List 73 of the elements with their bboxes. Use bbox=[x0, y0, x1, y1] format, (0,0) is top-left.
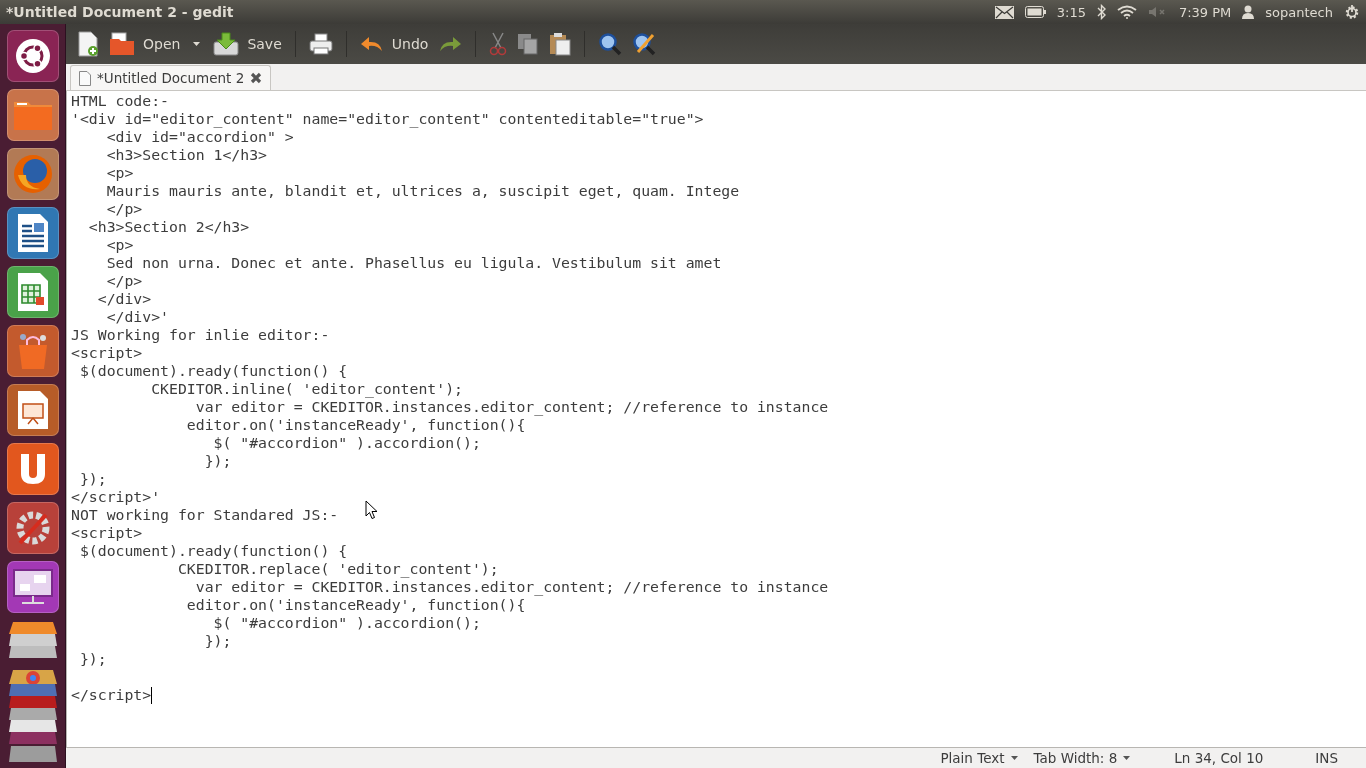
code-line: CKEDITOR.inline( 'editor_content'); bbox=[150, 380, 463, 398]
code-line: </div> bbox=[96, 290, 152, 308]
caret-icon bbox=[1010, 756, 1018, 760]
tab-label[interactable]: *Untitled Document 2 bbox=[97, 70, 245, 86]
mouse-pointer-icon bbox=[365, 500, 378, 520]
undo-arrow-icon bbox=[359, 35, 384, 53]
code-line: <script> bbox=[71, 524, 143, 542]
cursor-position: Ln 34, Col 10 bbox=[1173, 750, 1265, 766]
code-line: HTML code:- bbox=[71, 92, 169, 110]
code-line: JS Working for inlie editor:- bbox=[71, 326, 330, 344]
code-line: <h3>Section 1</h3> bbox=[105, 146, 267, 164]
monitor-icon[interactable] bbox=[6, 561, 59, 613]
code-line: </p> bbox=[105, 200, 143, 218]
mail-icon[interactable] bbox=[994, 5, 1014, 19]
code-line: }); bbox=[203, 452, 232, 470]
redo-arrow-icon bbox=[438, 35, 463, 53]
text-document-icon[interactable] bbox=[6, 207, 59, 259]
presentation-icon[interactable] bbox=[6, 384, 59, 436]
open-button[interactable]: Open bbox=[106, 27, 184, 61]
caret-icon bbox=[193, 42, 201, 46]
code-line: Sed non urna. Donec et ante. Phasellus eu ligula. Vestibulum sit amet bbox=[105, 254, 722, 272]
language-dropdown[interactable]: Plain Text bbox=[932, 750, 1026, 766]
user-name[interactable]: sopantech bbox=[1265, 4, 1333, 20]
code-line: </p> bbox=[105, 272, 143, 290]
window-title: *Untitled Document 2 - gedit bbox=[6, 4, 234, 20]
ubuntu-logo-icon[interactable] bbox=[6, 30, 59, 82]
document-tab[interactable]: *Untitled Document 2 bbox=[70, 65, 272, 90]
code-line: editor.on('instanceReady', function(){ bbox=[185, 416, 526, 434]
bluetooth-icon[interactable] bbox=[1096, 4, 1106, 20]
text-cursor bbox=[151, 686, 153, 704]
code-line: <p> bbox=[105, 236, 134, 254]
code-line: '<div id="editor_content" name="editor_content" contenteditable="true"> bbox=[71, 110, 704, 128]
code-line: <script> bbox=[71, 344, 143, 362]
code-line: }); bbox=[78, 650, 107, 668]
battery-icon[interactable] bbox=[1024, 6, 1046, 18]
close-icon[interactable] bbox=[250, 72, 263, 84]
undo-button[interactable]: Undo bbox=[356, 27, 432, 61]
download-icon bbox=[213, 32, 240, 56]
clock[interactable]: 7:39 PM bbox=[1178, 4, 1232, 20]
shopping-bag-icon[interactable] bbox=[6, 325, 59, 377]
code-line: $( "#accordion" ).accordion(); bbox=[212, 434, 481, 452]
caret-icon bbox=[1123, 756, 1131, 760]
code-line: Mauris mauris ante, blandit et, ultrices a, suscipit eget, quam. Intege bbox=[105, 182, 740, 200]
code-line: }); bbox=[203, 632, 232, 650]
browser-globe-icon[interactable] bbox=[6, 148, 59, 200]
code-line: $(document).ready(function() { bbox=[78, 362, 348, 380]
wifi-icon[interactable] bbox=[1116, 5, 1137, 19]
folder-icon[interactable] bbox=[6, 89, 59, 141]
u-shape-app-icon[interactable] bbox=[6, 443, 59, 495]
tab-width-dropdown[interactable]: Tab Width: 8 bbox=[1025, 750, 1139, 766]
spreadsheet-icon[interactable] bbox=[6, 266, 59, 318]
battery-time[interactable]: 3:15 bbox=[1056, 4, 1086, 20]
code-line: NOT working for Standared JS:- bbox=[71, 506, 339, 524]
code-line: </script>' bbox=[71, 488, 161, 506]
document-icon bbox=[79, 70, 91, 86]
code-line: editor.on('instanceReady', function(){ bbox=[185, 596, 526, 614]
insert-mode: INS bbox=[1314, 750, 1339, 766]
code-line: $( "#accordion" ).accordion(); bbox=[212, 614, 481, 632]
code-line: <h3>Section 2</h3> bbox=[87, 218, 250, 236]
code-line: </script> bbox=[71, 686, 152, 704]
code-line: CKEDITOR.replace( 'editor_content'); bbox=[176, 560, 499, 578]
folder-icon bbox=[109, 32, 135, 56]
code-line: $(document).ready(function() { bbox=[78, 542, 348, 560]
person-icon[interactable] bbox=[1242, 5, 1255, 19]
code-line: </div>' bbox=[105, 308, 169, 326]
code-line: }); bbox=[78, 470, 107, 488]
code-line: var editor = CKEDITOR.instances.editor_content; //reference to instance bbox=[194, 398, 829, 416]
save-button[interactable]: Save bbox=[210, 27, 285, 61]
code-line: var editor = CKEDITOR.instances.editor_content; //reference to instance bbox=[194, 578, 829, 596]
code-line: <div id="accordion" > bbox=[105, 128, 294, 146]
power-gear-icon[interactable] bbox=[1344, 4, 1360, 20]
text-editor[interactable] bbox=[66, 91, 1366, 748]
code-line: <p> bbox=[105, 164, 134, 182]
